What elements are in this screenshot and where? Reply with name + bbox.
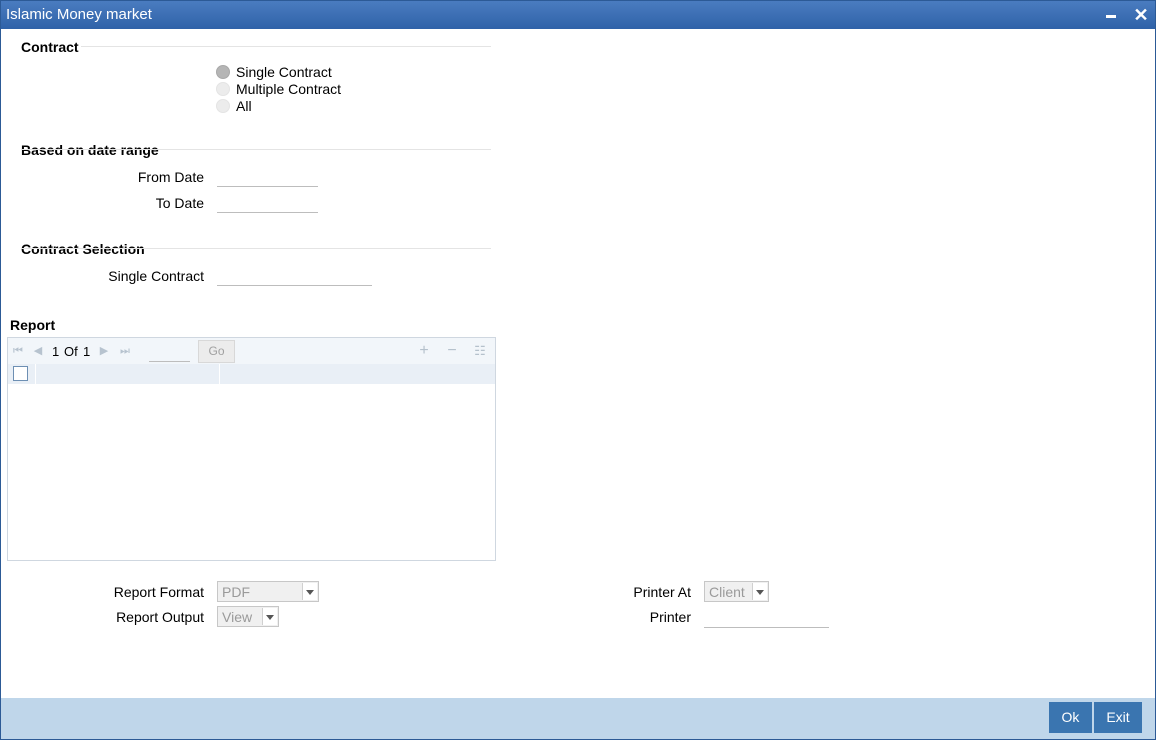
radio-label: Multiple Contract bbox=[236, 80, 342, 97]
delete-row-icon[interactable]: − bbox=[445, 343, 459, 359]
go-button[interactable]: Go bbox=[198, 340, 235, 363]
printer-label: Printer bbox=[649, 609, 691, 625]
printer-at-value: Client bbox=[709, 584, 745, 600]
page-total: 1 bbox=[83, 344, 91, 359]
next-page-icon[interactable]: ▶ bbox=[98, 345, 110, 357]
radio-label: All bbox=[236, 97, 252, 114]
single-contract-label: Single Contract bbox=[108, 268, 204, 284]
grid-header-row bbox=[8, 364, 495, 384]
title-bar[interactable]: Islamic Money market ✕ bbox=[1, 1, 1155, 29]
page-of-label: Of bbox=[64, 344, 78, 359]
report-section-title: Report bbox=[10, 317, 56, 333]
close-icon[interactable]: ✕ bbox=[1131, 5, 1151, 25]
report-grid: ⏮ ◀ 1 Of 1 ▶ ⏭ Go + − ☷ bbox=[7, 337, 496, 561]
contract-section-title: Contract bbox=[21, 39, 79, 55]
radio-multiple-contract[interactable]: Multiple Contract bbox=[216, 80, 341, 97]
select-all-checkbox[interactable] bbox=[13, 366, 28, 381]
radio-button[interactable] bbox=[216, 98, 230, 113]
page-current: 1 bbox=[52, 344, 60, 359]
page-number-input[interactable] bbox=[149, 344, 190, 362]
printer-field[interactable] bbox=[704, 606, 829, 628]
to-date-label: To Date bbox=[155, 195, 204, 211]
single-contract-field[interactable] bbox=[217, 264, 372, 286]
minimize-icon[interactable] bbox=[1101, 5, 1121, 25]
contract-selection-section-title: Contract Selection bbox=[21, 241, 145, 257]
report-output-select[interactable]: View bbox=[217, 606, 279, 627]
ok-button[interactable]: Ok bbox=[1049, 702, 1092, 733]
from-date-field[interactable] bbox=[217, 165, 318, 187]
radio-button-selected[interactable] bbox=[216, 64, 230, 79]
radio-button[interactable] bbox=[216, 81, 230, 96]
radio-all[interactable]: All bbox=[216, 97, 252, 114]
column-divider bbox=[35, 364, 36, 384]
report-format-select[interactable]: PDF bbox=[217, 581, 319, 602]
chevron-down-icon[interactable] bbox=[752, 583, 767, 600]
grid-toolbar: ⏮ ◀ 1 Of 1 ▶ ⏭ Go + − ☷ bbox=[8, 338, 495, 364]
radio-label: Single Contract bbox=[236, 63, 332, 80]
radio-single-contract[interactable]: Single Contract bbox=[216, 63, 332, 80]
section-divider bbox=[21, 248, 491, 249]
dialog-window: Islamic Money market ✕ Contract Single C… bbox=[0, 0, 1156, 740]
last-page-icon[interactable]: ⏭ bbox=[119, 345, 131, 357]
add-row-icon[interactable]: + bbox=[417, 343, 431, 359]
footer-bar: Ok Exit bbox=[1, 698, 1155, 739]
window-title: Islamic Money market bbox=[6, 6, 152, 23]
printer-at-select[interactable]: Client bbox=[704, 581, 769, 602]
report-output-label: Report Output bbox=[116, 609, 204, 625]
column-divider bbox=[219, 364, 220, 384]
from-date-label: From Date bbox=[137, 169, 204, 185]
report-format-label: Report Format bbox=[113, 584, 204, 600]
section-divider bbox=[81, 46, 491, 47]
printer-at-label: Printer At bbox=[633, 584, 691, 600]
report-format-value: PDF bbox=[222, 584, 250, 600]
date-range-section-title: Based on date range bbox=[21, 142, 159, 158]
prev-page-icon[interactable]: ◀ bbox=[32, 345, 44, 357]
chevron-down-icon[interactable] bbox=[262, 608, 277, 625]
list-view-icon[interactable]: ☷ bbox=[473, 343, 487, 359]
section-divider bbox=[21, 149, 491, 150]
to-date-field[interactable] bbox=[217, 191, 318, 213]
chevron-down-icon[interactable] bbox=[302, 583, 317, 600]
report-output-value: View bbox=[222, 609, 253, 625]
first-page-icon[interactable]: ⏮ bbox=[12, 345, 24, 357]
exit-button[interactable]: Exit bbox=[1094, 702, 1142, 733]
